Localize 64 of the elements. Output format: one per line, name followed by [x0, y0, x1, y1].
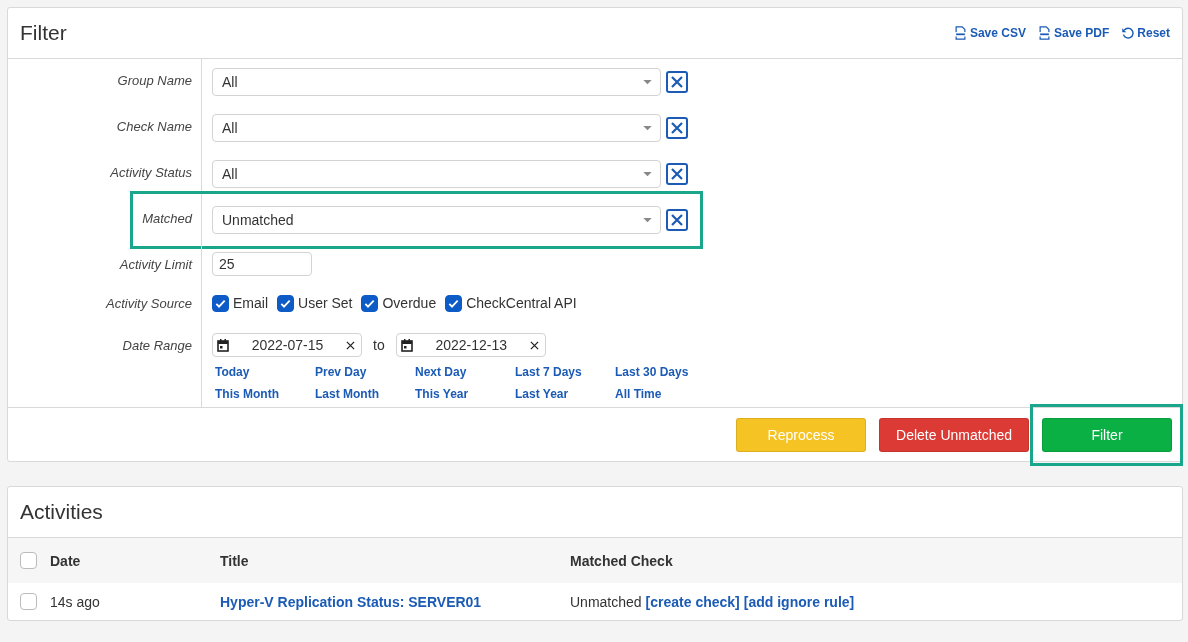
date-preset-link[interactable]: Prev Day	[315, 365, 415, 379]
checkbox-label: Email	[233, 295, 268, 311]
field-label: Matched	[142, 211, 192, 226]
check-action-link[interactable]: [create check]	[645, 593, 740, 610]
clear-button[interactable]	[666, 163, 688, 185]
date-preset-link[interactable]: Last 30 Days	[615, 365, 715, 379]
clear-icon[interactable]	[346, 340, 355, 350]
field-label: Activity Status	[110, 165, 192, 180]
column-header: Matched Check	[570, 552, 673, 569]
save-link[interactable]: Save PDF	[1037, 26, 1110, 40]
table-cell: 14s ago	[50, 593, 100, 610]
column-header: Date	[50, 552, 81, 569]
clear-icon[interactable]	[529, 340, 539, 350]
date-preset-link[interactable]: Next Day	[415, 365, 515, 379]
checkbox-label: CheckCentral API	[466, 295, 577, 311]
checkbox-label: User Set	[298, 295, 353, 311]
clear-button[interactable]	[666, 71, 688, 93]
checkbox[interactable]	[361, 294, 379, 312]
checkbox-label: Overdue	[382, 295, 437, 311]
panel-title: Filter	[20, 21, 67, 45]
date-preset-link[interactable]: Today	[215, 365, 315, 379]
dropdown-field[interactable]: All	[212, 68, 661, 96]
date-preset-link[interactable]: Last Month	[315, 387, 415, 401]
caret-icon	[643, 217, 652, 223]
panel-title: Activities	[20, 500, 103, 524]
checkbox[interactable]	[20, 552, 37, 569]
calendar-icon	[217, 338, 229, 352]
caret-icon	[643, 125, 652, 131]
date-preset-link[interactable]: This Month	[215, 387, 315, 401]
field-label: Check Name	[116, 119, 192, 134]
undo-icon	[1121, 26, 1135, 40]
checkbox[interactable]	[445, 294, 463, 312]
dropdown-field[interactable]: All	[212, 160, 661, 188]
date-preset-link[interactable]: This Year	[415, 387, 515, 401]
check-action-link[interactable]: [add ignore rule]	[743, 593, 855, 610]
checkbox[interactable]	[277, 294, 294, 312]
activity-title-link[interactable]: Hyper-V Replication Status: SERVER01	[220, 593, 482, 610]
match-status: Unmatched	[570, 593, 642, 610]
field-label: Activity Limit	[119, 257, 192, 272]
range-separator: to	[373, 337, 385, 353]
date-preset-link[interactable]: All Time	[615, 387, 715, 401]
save-link[interactable]: Save CSV	[953, 26, 1026, 40]
date-field[interactable]: 2022-12-13	[395, 333, 546, 357]
file-icon	[953, 26, 967, 40]
reset-link[interactable]: Reset	[1121, 26, 1170, 40]
clear-button[interactable]	[666, 117, 688, 139]
checkbox[interactable]	[20, 593, 37, 610]
date-field[interactable]: 2022-07-15	[212, 333, 362, 357]
clear-button[interactable]	[666, 209, 688, 231]
limit-field[interactable]: 25	[212, 252, 312, 276]
field-label: Activity Source	[106, 296, 192, 311]
calendar-icon	[400, 338, 413, 352]
column-header: Title	[220, 552, 249, 569]
date-preset-link[interactable]: Last Year	[515, 387, 615, 401]
date-preset-link[interactable]: Last 7 Days	[515, 365, 615, 379]
action-button[interactable]: Delete Unmatched	[879, 417, 1029, 452]
field-label: Date Range	[122, 338, 192, 353]
dropdown-field[interactable]: Unmatched	[212, 206, 661, 234]
caret-icon	[643, 171, 652, 177]
file-icon	[1037, 26, 1051, 40]
dropdown-field[interactable]: All	[212, 114, 661, 142]
field-label: Group Name	[117, 73, 192, 88]
caret-icon	[643, 79, 652, 85]
checkbox[interactable]	[212, 294, 229, 312]
